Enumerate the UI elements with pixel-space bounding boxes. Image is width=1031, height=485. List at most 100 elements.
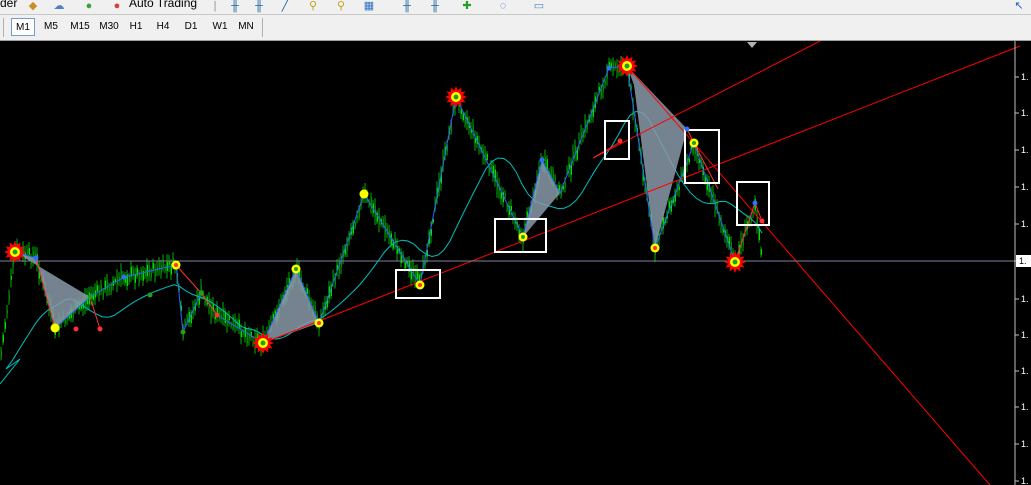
candle-body xyxy=(136,267,138,276)
candle-body xyxy=(64,319,66,325)
pivot-marker xyxy=(689,138,699,148)
chart-canvas[interactable]: 1.1.1.1.1.1.1.1.1.1.1.1. 1. xyxy=(0,41,1031,485)
signal-dot xyxy=(73,326,79,332)
timeframe-toolbar: M1 M5 M15 M30 H1 H4 D1 W1 MN xyxy=(0,15,1031,41)
candle-body xyxy=(354,222,356,227)
candle-body xyxy=(138,273,140,283)
toolbar-cut-label: der xyxy=(0,0,18,10)
candle-body xyxy=(96,285,98,292)
candle-body xyxy=(486,153,488,161)
timeframe-mn[interactable]: MN xyxy=(234,18,258,36)
pointer-icon[interactable]: ↖ xyxy=(1012,0,1026,12)
chart-shift-icon[interactable]: ╫ xyxy=(400,0,414,12)
pivot-marker xyxy=(359,189,369,199)
timeframe-m30[interactable]: M30 xyxy=(96,18,122,36)
package-icon[interactable]: ◆ xyxy=(26,0,40,12)
candle-body xyxy=(10,276,12,280)
chart-line-icon[interactable]: ╱ xyxy=(278,0,292,12)
periods-icon[interactable]: ◌ xyxy=(496,0,510,12)
candle-body xyxy=(102,290,104,298)
price-tick-label: 1. xyxy=(1021,72,1029,82)
candle-body xyxy=(0,349,2,358)
signal-dot xyxy=(684,126,690,132)
pivot-marker xyxy=(650,243,660,253)
candle-body xyxy=(760,249,762,255)
candle-body xyxy=(12,259,14,267)
signal-dot xyxy=(121,274,127,280)
candle-body xyxy=(602,85,604,92)
pivot-marker xyxy=(291,264,301,274)
chart-candles-icon[interactable]: ╫ xyxy=(252,0,266,12)
candle-body xyxy=(108,286,110,292)
candle-body xyxy=(6,309,8,314)
main-toolbar: der ◆ ☁ ● ● Auto Trading | ╫ ╫ ╱ ⚲ ⚲ ▦ ╫… xyxy=(0,0,1031,15)
signal-dot xyxy=(214,312,220,318)
candle-body xyxy=(688,158,690,163)
signal-dot xyxy=(87,294,93,300)
candle-body xyxy=(4,322,6,329)
candle-body xyxy=(8,295,10,300)
zoom-in-icon[interactable]: ⚲ xyxy=(306,0,320,12)
candle-body xyxy=(612,61,614,72)
toolbar-separator xyxy=(262,18,263,37)
add-indicator-icon[interactable]: ✚ xyxy=(460,0,474,12)
timeframe-h4[interactable]: H4 xyxy=(152,18,174,36)
globe-icon[interactable]: ● xyxy=(82,0,96,12)
candle-body xyxy=(490,163,492,169)
timeframe-m5[interactable]: M5 xyxy=(38,18,64,36)
candle-body xyxy=(222,307,224,320)
zoom-out-icon[interactable]: ⚲ xyxy=(334,0,348,12)
candle-body xyxy=(692,147,694,154)
candle-body xyxy=(604,81,606,85)
candle-body xyxy=(238,319,240,328)
candle-body xyxy=(168,261,170,265)
candle-body xyxy=(152,262,154,269)
candle-body xyxy=(460,110,462,115)
pivot-marker xyxy=(314,318,324,328)
candle-body xyxy=(226,319,228,326)
price-tick-label: 1. xyxy=(1021,439,1029,449)
candle-body xyxy=(106,279,108,291)
chart-background xyxy=(0,41,1031,485)
signal-dot xyxy=(147,292,153,298)
cloud-icon[interactable]: ☁ xyxy=(52,0,66,12)
timeframe-m15[interactable]: M15 xyxy=(66,18,94,36)
timeframe-m1[interactable]: M1 xyxy=(11,18,35,36)
candle-body xyxy=(134,274,136,283)
tile-windows-icon[interactable]: ▦ xyxy=(362,0,376,12)
candle-body xyxy=(160,264,162,274)
pivot-marker xyxy=(171,260,181,270)
candle-body xyxy=(110,284,112,293)
signal-dot xyxy=(617,138,623,144)
candle-body xyxy=(144,270,146,277)
timeframe-d1[interactable]: D1 xyxy=(180,18,202,36)
price-tick-label: 1. xyxy=(1021,402,1029,412)
price-tick-label: 1. xyxy=(1021,108,1029,118)
candle-body xyxy=(2,334,4,343)
candle-body xyxy=(150,271,152,278)
chart-bars-icon[interactable]: ╫ xyxy=(228,0,242,12)
autoscroll-icon[interactable]: ╫ xyxy=(428,0,442,12)
timeframe-h1[interactable]: H1 xyxy=(125,18,147,36)
templates-icon[interactable]: ▭ xyxy=(532,0,546,12)
price-tick-label: 1. xyxy=(1021,145,1029,155)
price-tick-label: 1. xyxy=(1021,219,1029,229)
auto-trading-icon[interactable]: ● xyxy=(110,0,124,12)
candle-body xyxy=(554,176,556,182)
auto-trading-button[interactable]: Auto Trading xyxy=(129,0,197,10)
candle-body xyxy=(510,205,512,211)
pivot-marker xyxy=(518,232,528,242)
candle-body xyxy=(564,182,566,188)
signal-dot xyxy=(180,329,186,335)
signal-dot xyxy=(759,218,765,224)
signal-dot xyxy=(97,326,103,332)
pivot-marker xyxy=(50,323,60,333)
price-tick-label: 1. xyxy=(1021,366,1029,376)
price-chart[interactable]: 1.1.1.1.1.1.1.1.1.1.1.1. 1. xyxy=(0,41,1031,485)
signal-dot xyxy=(752,200,758,206)
timeframe-w1[interactable]: W1 xyxy=(209,18,231,36)
pivot-marker xyxy=(415,280,425,290)
signal-dot xyxy=(606,65,612,71)
candle-body xyxy=(598,87,600,91)
candle-body xyxy=(240,331,242,337)
